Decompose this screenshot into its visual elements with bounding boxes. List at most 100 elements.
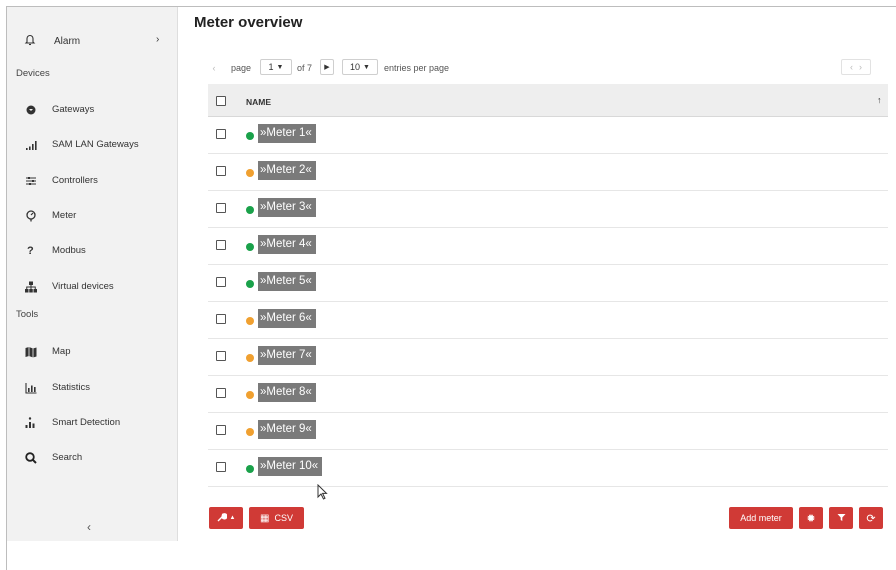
sidebar-item-statistics[interactable]: Statistics [7, 376, 177, 400]
add-meter-label: Add meter [740, 513, 782, 523]
scroll-right-icon[interactable]: › [859, 62, 862, 72]
question-icon: ? [27, 245, 34, 257]
sidebar-item-label: Virtual devices [52, 281, 114, 292]
status-dot-icon [246, 354, 254, 362]
page-label: page [231, 63, 252, 73]
table-row[interactable]: »Meter 2« [208, 153, 888, 191]
sidebar-item-modbus[interactable]: ? Modbus [7, 239, 177, 263]
csv-export-button[interactable]: ▦ CSV [249, 507, 304, 529]
row-checkbox[interactable] [216, 240, 226, 250]
table-row[interactable]: »Meter 3« [208, 190, 888, 228]
settings-button[interactable]: ✹ [799, 507, 823, 529]
sidebar-item-label: SAM LAN Gateways [52, 139, 139, 150]
status-dot-icon [246, 465, 254, 473]
table-row[interactable]: »Meter 5« [208, 264, 888, 302]
next-page-button[interactable]: ▶ [320, 59, 334, 75]
refresh-button[interactable]: ⟳ [859, 507, 883, 529]
meter-name[interactable]: »Meter 8« [258, 383, 316, 402]
sidebar-item-sam-lan-gateways[interactable]: SAM LAN Gateways [7, 133, 177, 157]
section-heading-devices: Devices [16, 68, 50, 79]
caret-right-icon: ▶ [324, 64, 330, 71]
current-page-value: 1 [268, 62, 274, 72]
row-checkbox[interactable] [216, 351, 226, 361]
meter-name[interactable]: »Meter 5« [258, 272, 316, 291]
sidebar-item-virtual-devices[interactable]: Virtual devices [7, 275, 177, 299]
row-checkbox[interactable] [216, 129, 226, 139]
chevron-right-icon[interactable]: › [156, 34, 159, 45]
row-checkbox[interactable] [216, 314, 226, 324]
sidebar-item-controllers[interactable]: Controllers [7, 169, 177, 193]
wrench-icon [217, 512, 228, 524]
sidebar-item-label: Map [52, 346, 71, 357]
row-checkbox[interactable] [216, 462, 226, 472]
table-row[interactable]: »Meter 7« [208, 338, 888, 376]
row-checkbox[interactable] [216, 277, 226, 287]
per-page-value: 10 [350, 62, 361, 72]
per-page-select[interactable]: 10 ▼ [342, 59, 378, 75]
page-title: Meter overview [194, 14, 303, 31]
sidebar: Alarm › Devices Gateways SAM LAN Gateway… [7, 7, 178, 541]
sidebar-item-label: Gateways [52, 104, 95, 115]
status-dot-icon [246, 280, 254, 288]
signal-bars-icon [24, 138, 38, 152]
sidebar-item-label: Controllers [52, 175, 98, 186]
pagination-toolbar: ‹ page 1 ▼ of 7 ▶ 10 ▼ entries per page … [208, 58, 888, 78]
sort-icon[interactable]: ↑ [877, 95, 882, 105]
tools-dropdown-button[interactable]: ▲ [209, 507, 243, 529]
sidebar-item-map[interactable]: Map [7, 340, 177, 364]
filter-button[interactable] [829, 507, 853, 529]
status-dot-icon [246, 132, 254, 140]
page-select[interactable]: 1 ▼ [260, 59, 292, 75]
scroll-left-icon[interactable]: ‹ [850, 62, 853, 72]
sidebar-item-gateways[interactable]: Gateways [7, 98, 177, 122]
sidebar-item-label: Smart Detection [52, 417, 121, 428]
sidebar-item-meter[interactable]: Meter [7, 204, 177, 228]
gateway-icon [24, 103, 38, 117]
caret-down-icon: ▼ [276, 63, 284, 71]
table-row[interactable]: »Meter 10« [208, 449, 888, 487]
table-row[interactable]: »Meter 9« [208, 412, 888, 450]
meter-name[interactable]: »Meter 2« [258, 161, 316, 180]
meter-name[interactable]: »Meter 7« [258, 346, 316, 365]
page-count: of 7 [297, 63, 313, 73]
sidebar-item-label: Meter [52, 210, 77, 221]
detection-icon [24, 416, 38, 430]
hierarchy-icon [24, 280, 38, 294]
column-header-name[interactable]: NAME [246, 97, 271, 107]
meter-name[interactable]: »Meter 6« [258, 309, 316, 328]
table-icon: ▦ [260, 512, 270, 524]
prev-page-icon[interactable]: ‹ [208, 60, 220, 76]
collapse-sidebar-icon[interactable]: ‹ [87, 520, 91, 534]
row-checkbox[interactable] [216, 425, 226, 435]
sidebar-item-alarm[interactable]: Alarm › [7, 29, 177, 53]
table-row[interactable]: »Meter 1« [208, 116, 888, 154]
bar-chart-icon [24, 381, 38, 395]
gear-icon: ✹ [806, 512, 816, 525]
select-all-checkbox[interactable] [216, 96, 226, 106]
row-checkbox[interactable] [216, 388, 226, 398]
add-meter-button[interactable]: Add meter [729, 507, 793, 529]
section-heading-tools: Tools [16, 309, 39, 320]
meter-name[interactable]: »Meter 1« [258, 124, 316, 143]
row-checkbox[interactable] [216, 166, 226, 176]
table-row[interactable]: »Meter 6« [208, 301, 888, 339]
sidebar-item-label: Modbus [52, 245, 86, 256]
search-icon [24, 451, 38, 465]
table-header: NAME ↑ [208, 84, 888, 117]
meter-name[interactable]: »Meter 3« [258, 198, 316, 217]
scroll-buttons: ‹ › [841, 59, 871, 75]
sidebar-item-search[interactable]: Search [7, 446, 177, 470]
bell-icon [24, 33, 36, 49]
status-dot-icon [246, 206, 254, 214]
meter-name[interactable]: »Meter 4« [258, 235, 316, 254]
status-dot-icon [246, 243, 254, 251]
sidebar-item-label: Alarm [54, 36, 81, 47]
row-checkbox[interactable] [216, 203, 226, 213]
meter-name[interactable]: »Meter 10« [258, 457, 323, 476]
table-row[interactable]: »Meter 4« [208, 227, 888, 265]
table-row[interactable]: »Meter 8« [208, 375, 888, 413]
entries-per-page-label: entries per page [384, 63, 450, 73]
meter-name[interactable]: »Meter 9« [258, 420, 316, 439]
sidebar-item-smart-detection[interactable]: Smart Detection [7, 411, 177, 435]
meter-icon [24, 209, 38, 223]
